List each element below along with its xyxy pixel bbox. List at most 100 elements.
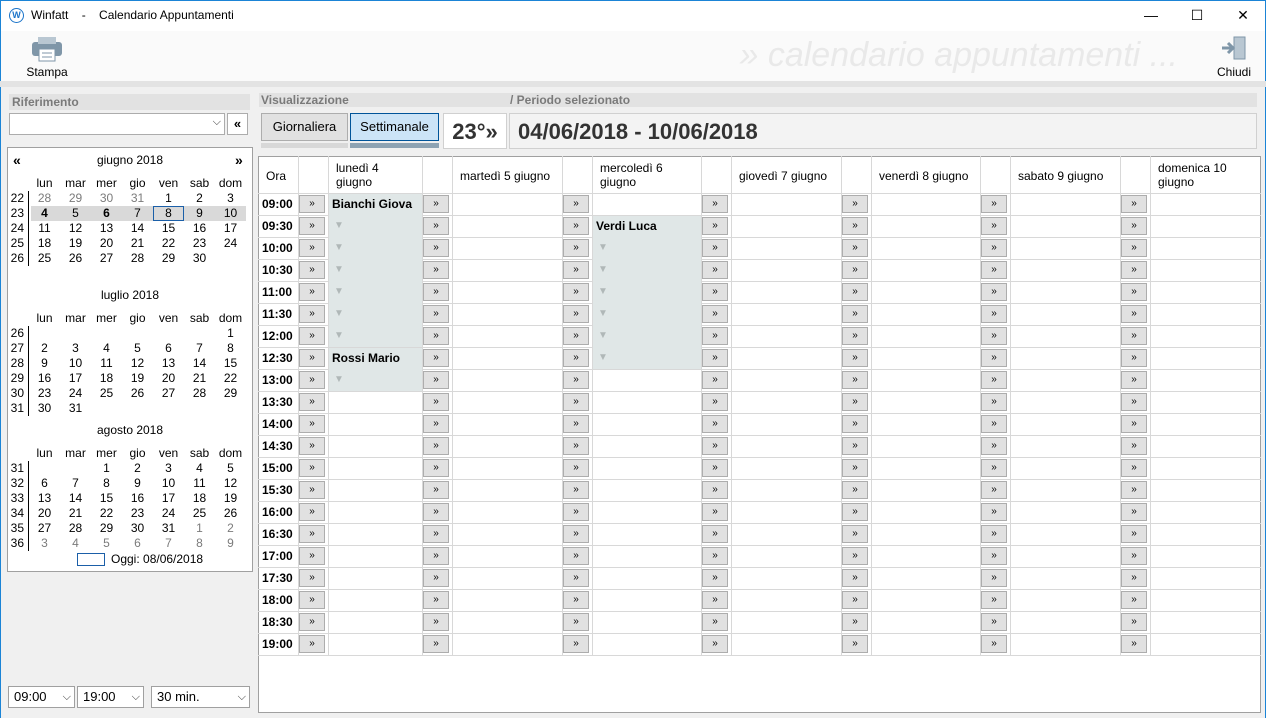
- slot-open-button[interactable]: »: [563, 393, 589, 411]
- slot-open-button[interactable]: »: [423, 503, 449, 521]
- slot-open-button[interactable]: »: [842, 415, 868, 433]
- slot-open-button[interactable]: »: [702, 239, 728, 257]
- slot-open-button[interactable]: »: [299, 547, 325, 565]
- slot-open-button[interactable]: »: [299, 635, 325, 653]
- slot-open-button[interactable]: »: [702, 613, 728, 631]
- slot-open-button[interactable]: »: [299, 569, 325, 587]
- calendar-day[interactable]: 30: [29, 401, 60, 416]
- daily-view-button[interactable]: Giornaliera: [261, 113, 348, 141]
- calendar-day[interactable]: 1: [184, 521, 215, 536]
- calendar-day[interactable]: 29: [60, 191, 91, 206]
- slot-open-button[interactable]: »: [563, 195, 589, 213]
- slot-open-button[interactable]: »: [1121, 635, 1147, 653]
- slot-open-button[interactable]: »: [842, 481, 868, 499]
- week-number[interactable]: 31: [6, 401, 24, 415]
- calendar-day[interactable]: 23: [122, 506, 153, 521]
- calendar-day[interactable]: 30: [122, 521, 153, 536]
- week-number[interactable]: 34: [6, 506, 24, 520]
- slot-open-button[interactable]: »: [563, 283, 589, 301]
- calendar-day[interactable]: 26: [60, 251, 91, 266]
- calendar-day[interactable]: 1: [215, 326, 246, 341]
- slot-open-button[interactable]: »: [842, 569, 868, 587]
- slot-open-button[interactable]: »: [702, 217, 728, 235]
- calendar-day[interactable]: 25: [184, 506, 215, 521]
- today-label[interactable]: Oggi: 08/06/2018: [111, 552, 203, 566]
- calendar-day[interactable]: 4: [184, 461, 215, 476]
- slot-open-button[interactable]: »: [423, 239, 449, 257]
- next-month-button[interactable]: »: [235, 152, 243, 168]
- slot-open-button[interactable]: »: [299, 415, 325, 433]
- week-number[interactable]: 30: [6, 386, 24, 400]
- calendar-day[interactable]: 5: [122, 341, 153, 356]
- slot-open-button[interactable]: »: [981, 371, 1007, 389]
- calendar-day[interactable]: 25: [91, 386, 122, 401]
- calendar-day[interactable]: 9: [215, 536, 246, 551]
- calendar-day[interactable]: 22: [215, 371, 246, 386]
- slot-open-button[interactable]: »: [702, 569, 728, 587]
- slot-open-button[interactable]: »: [702, 283, 728, 301]
- calendar-day[interactable]: 14: [60, 491, 91, 506]
- slot-open-button[interactable]: »: [1121, 481, 1147, 499]
- slot-open-button[interactable]: »: [299, 305, 325, 323]
- calendar-day[interactable]: 7: [122, 206, 153, 221]
- slot-open-button[interactable]: »: [702, 437, 728, 455]
- calendar-day[interactable]: 1: [91, 461, 122, 476]
- calendar-day[interactable]: 31: [153, 521, 184, 536]
- slot-open-button[interactable]: »: [299, 591, 325, 609]
- slot-open-button[interactable]: »: [842, 195, 868, 213]
- slot-open-button[interactable]: »: [563, 437, 589, 455]
- riferimento-collapse-button[interactable]: «: [227, 113, 248, 135]
- close-window-button[interactable]: ✕: [1220, 0, 1266, 31]
- calendar-day[interactable]: 23: [29, 386, 60, 401]
- week-number[interactable]: 24: [6, 221, 24, 235]
- slot-open-button[interactable]: »: [702, 547, 728, 565]
- calendar-day[interactable]: 16: [122, 491, 153, 506]
- slot-open-button[interactable]: »: [423, 283, 449, 301]
- slot-open-button[interactable]: »: [842, 437, 868, 455]
- slot-open-button[interactable]: »: [299, 349, 325, 367]
- slot-open-button[interactable]: »: [981, 591, 1007, 609]
- slot-open-button[interactable]: »: [981, 569, 1007, 587]
- calendar-day[interactable]: 13: [29, 491, 60, 506]
- slot-open-button[interactable]: »: [423, 415, 449, 433]
- slot-open-button[interactable]: »: [981, 327, 1007, 345]
- slot-open-button[interactable]: »: [981, 217, 1007, 235]
- slot-open-button[interactable]: »: [299, 613, 325, 631]
- week-number[interactable]: 22: [6, 191, 24, 205]
- slot-open-button[interactable]: »: [702, 327, 728, 345]
- calendar-day[interactable]: 5: [91, 536, 122, 551]
- week-number[interactable]: 26: [6, 326, 24, 340]
- week-number[interactable]: 32: [6, 476, 24, 490]
- slot-open-button[interactable]: »: [981, 283, 1007, 301]
- calendar-day[interactable]: 6: [29, 476, 60, 491]
- calendar-day[interactable]: 8: [184, 536, 215, 551]
- calendar-day[interactable]: 28: [122, 251, 153, 266]
- calendar-day[interactable]: 12: [122, 356, 153, 371]
- slot-open-button[interactable]: »: [842, 547, 868, 565]
- calendar-day[interactable]: 19: [60, 236, 91, 251]
- calendar-day[interactable]: 31: [60, 401, 91, 416]
- slot-open-button[interactable]: »: [702, 591, 728, 609]
- calendar-day[interactable]: 6: [153, 341, 184, 356]
- slot-open-button[interactable]: »: [563, 635, 589, 653]
- slot-open-button[interactable]: »: [702, 195, 728, 213]
- slot-open-button[interactable]: »: [981, 239, 1007, 257]
- slot-open-button[interactable]: »: [299, 525, 325, 543]
- calendar-day[interactable]: 12: [60, 221, 91, 236]
- slot-open-button[interactable]: »: [563, 569, 589, 587]
- slot-open-button[interactable]: »: [981, 503, 1007, 521]
- calendar-day[interactable]: 14: [122, 221, 153, 236]
- calendar-day[interactable]: 24: [215, 236, 246, 251]
- slot-open-button[interactable]: »: [299, 503, 325, 521]
- slot-open-button[interactable]: »: [1121, 459, 1147, 477]
- slot-open-button[interactable]: »: [702, 481, 728, 499]
- calendar-day[interactable]: 9: [29, 356, 60, 371]
- week-number[interactable]: 25: [6, 236, 24, 250]
- calendar-day[interactable]: 3: [29, 536, 60, 551]
- calendar-day[interactable]: 11: [29, 221, 60, 236]
- slot-open-button[interactable]: »: [981, 393, 1007, 411]
- slot-open-button[interactable]: »: [1121, 349, 1147, 367]
- calendar-day[interactable]: 13: [153, 356, 184, 371]
- slot-open-button[interactable]: »: [1121, 415, 1147, 433]
- slot-open-button[interactable]: »: [423, 437, 449, 455]
